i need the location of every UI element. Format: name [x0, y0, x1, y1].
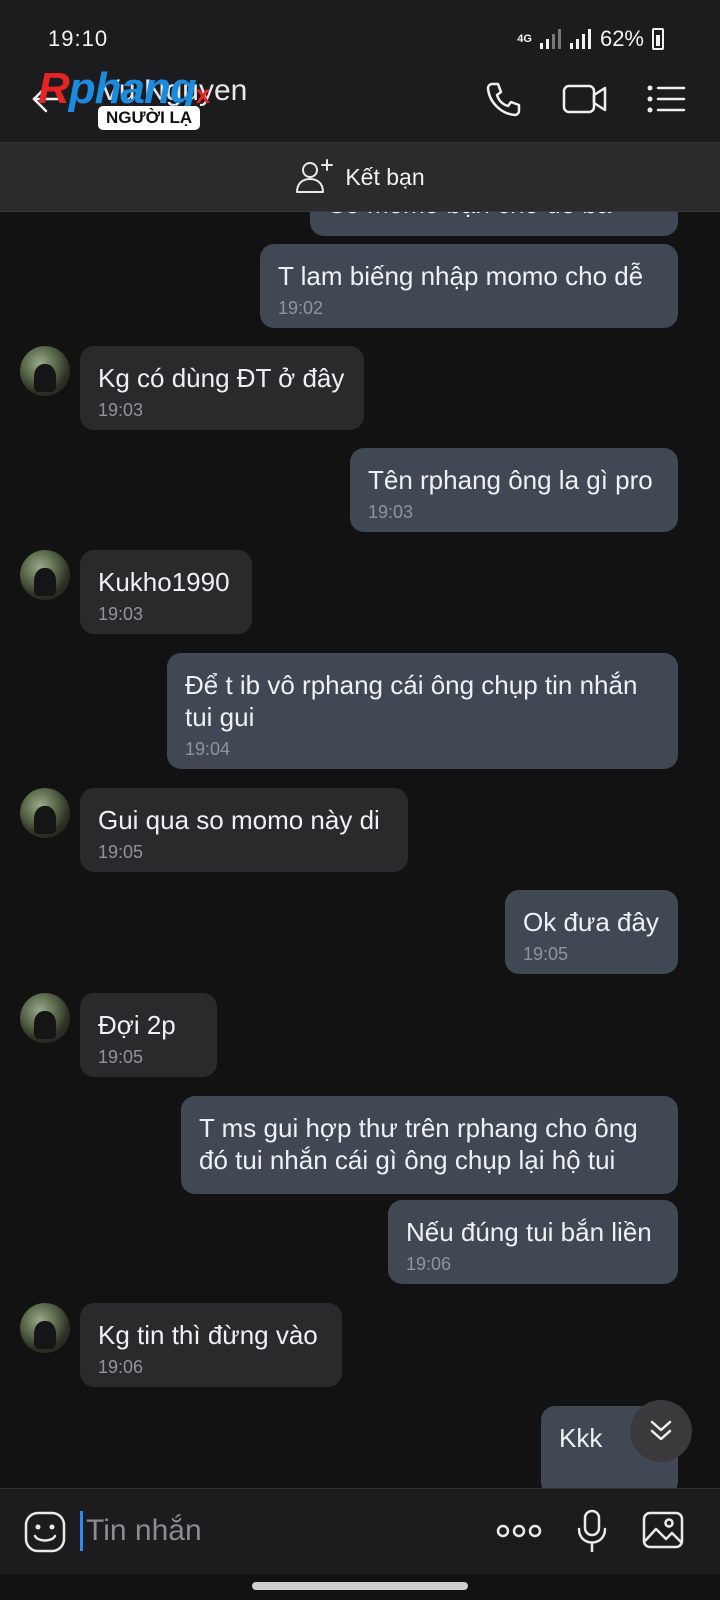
avatar[interactable]	[20, 346, 70, 396]
message-text: Kg có dùng ĐT ở đây	[98, 363, 345, 393]
menu-list-icon[interactable]	[646, 80, 686, 118]
message-text: T ms gui hợp thư trên rphang cho ông đó …	[199, 1113, 638, 1175]
add-friend-label: Kết bạn	[345, 163, 425, 190]
message-bubble-received[interactable]: Đợi 2p 19:05	[80, 993, 217, 1077]
message-time: 19:05	[523, 944, 569, 964]
double-chevron-down-icon	[650, 1420, 672, 1441]
chat-header: Vu Nguyen Rphangx NGƯỜI LẠ	[0, 58, 720, 142]
message-bubble-sent[interactable]: Số momo bạn cho dễ bấ	[310, 212, 678, 236]
signal-icon-2	[569, 29, 591, 49]
more-options-icon[interactable]	[496, 1519, 542, 1543]
message-time: 19:05	[98, 842, 144, 862]
status-time: 19:10	[48, 26, 109, 51]
microphone-icon[interactable]	[576, 1509, 608, 1553]
message-bubble-received[interactable]: Kg có dùng ĐT ở đây 19:03	[80, 346, 364, 430]
message-time: 19:02	[278, 298, 324, 318]
message-bubble-sent[interactable]: Ok đưa đây 19:05	[505, 890, 678, 974]
emoji-icon[interactable]	[24, 1511, 66, 1553]
avatar[interactable]	[20, 993, 70, 1043]
message-time: 19:05	[98, 1047, 144, 1067]
message-text: T lam biếng nhập momo cho dễ	[278, 261, 644, 291]
message-text: Nếu đúng tui bắn liền	[406, 1217, 652, 1247]
message-bubble-received[interactable]: Kg tin thì đừng vào 19:06	[80, 1303, 342, 1387]
message-text: Tên rphang ông la gì pro	[368, 465, 653, 495]
message-time: 19:06	[406, 1254, 452, 1274]
status-indicators: 4G 62%	[517, 26, 664, 52]
add-friend-bar[interactable]: Kết bạn	[0, 142, 720, 212]
battery-percent: 62%	[599, 26, 644, 51]
message-bubble-sent[interactable]: Tên rphang ông la gì pro 19:03	[350, 448, 678, 532]
phone-icon[interactable]	[484, 80, 522, 118]
message-time: 19:04	[185, 739, 231, 759]
message-time: 19:03	[98, 604, 144, 624]
scroll-to-bottom-button[interactable]	[630, 1400, 692, 1462]
message-text: Kg tin thì đừng vào	[98, 1320, 318, 1350]
message-text: Ok đưa đây	[523, 907, 659, 937]
message-text: Để t ib vô rphang cái ông chụp tin nhắn …	[185, 670, 638, 732]
stranger-badge: NGƯỜI LẠ	[98, 106, 201, 130]
avatar[interactable]	[20, 550, 70, 600]
system-nav-bar	[0, 1574, 720, 1600]
message-list[interactable]: Số momo bạn cho dễ bấ T lam biếng nhập m…	[0, 212, 720, 1488]
message-time: 19:03	[368, 502, 414, 522]
home-indicator[interactable]	[252, 1582, 468, 1590]
message-text: Gui qua so momo này di	[98, 805, 380, 835]
text-cursor	[80, 1511, 83, 1551]
avatar[interactable]	[20, 788, 70, 838]
message-composer	[0, 1488, 720, 1574]
message-bubble-sent[interactable]: Để t ib vô rphang cái ông chụp tin nhắn …	[167, 653, 678, 769]
message-bubble-sent[interactable]: T ms gui hợp thư trên rphang cho ông đó …	[181, 1096, 678, 1194]
message-bubble-received[interactable]: Gui qua so momo này di 19:05	[80, 788, 408, 872]
message-bubble-sent[interactable]: T lam biếng nhập momo cho dễ 19:02	[260, 244, 678, 328]
add-friend-icon	[296, 159, 334, 193]
message-text: Đợi 2p	[98, 1010, 176, 1040]
message-text: Kukho1990	[98, 567, 230, 597]
avatar[interactable]	[20, 1303, 70, 1353]
image-icon[interactable]	[642, 1509, 684, 1551]
battery-icon	[652, 28, 664, 50]
signal-icon	[539, 29, 561, 49]
status-bar: 19:10 4G 62%	[0, 0, 720, 58]
video-call-icon[interactable]	[562, 80, 608, 118]
message-bubble-received[interactable]: Kukho1990 19:03	[80, 550, 252, 634]
message-text: Số momo bạn cho dễ bấ	[328, 212, 660, 220]
message-time: 19:06	[98, 1357, 144, 1377]
network-type: 4G	[517, 32, 532, 45]
message-bubble-sent[interactable]: Nếu đúng tui bắn liền 19:06	[388, 1200, 678, 1284]
message-input[interactable]	[86, 1509, 466, 1553]
message-time: 19:03	[98, 400, 144, 420]
